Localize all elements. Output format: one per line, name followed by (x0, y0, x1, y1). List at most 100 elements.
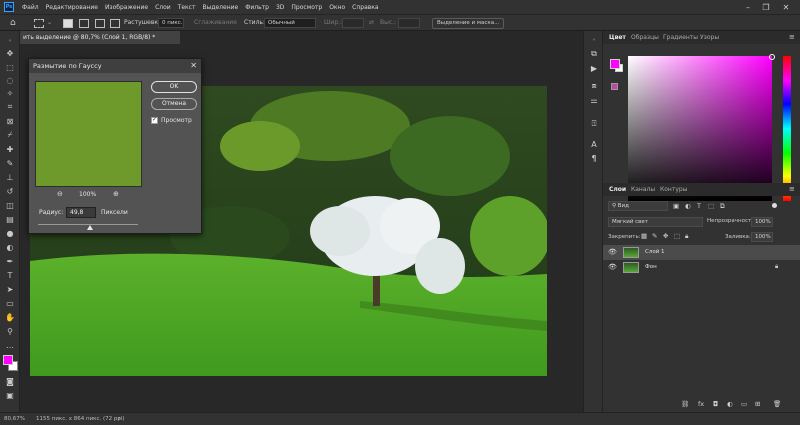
filter-smart-object-icon[interactable]: ⧉ (720, 202, 725, 211)
tab-color[interactable]: Цвет (609, 31, 626, 44)
color-panel-menu-icon[interactable]: ≡ (789, 33, 795, 41)
filter-adjustment-icon[interactable]: ◐ (685, 202, 691, 210)
adjustments-panel-icon[interactable]: ⚌ (589, 95, 599, 105)
dialog-close-icon[interactable]: ✕ (190, 59, 197, 73)
crop-tool-icon[interactable]: ⌗ (4, 101, 16, 113)
tab-layers[interactable]: Слои (609, 183, 626, 196)
menu-select[interactable]: Выделение (202, 4, 238, 11)
close-window-icon[interactable]: ✕ (778, 0, 794, 14)
path-selection-tool-icon[interactable]: ➤ (4, 283, 16, 295)
dodge-tool-icon[interactable]: ◐ (4, 241, 16, 253)
zoom-in-icon[interactable]: ⊕ (113, 190, 119, 198)
move-tool-icon[interactable]: ✥ (4, 47, 16, 59)
opacity-input[interactable]: 100% (751, 217, 773, 227)
status-zoom[interactable]: 80,67% (4, 416, 25, 422)
menu-file[interactable]: Файл (22, 4, 39, 11)
menu-filter[interactable]: Фильтр (245, 4, 269, 11)
color-picker-field[interactable] (628, 56, 772, 201)
eyedropper-tool-icon[interactable]: ⌿ (4, 129, 16, 141)
magic-wand-tool-icon[interactable]: ✧ (4, 87, 16, 99)
panel-foreground-swatch[interactable] (610, 59, 620, 69)
menu-image[interactable]: Изображение (105, 4, 148, 11)
filter-type-icon[interactable]: T (697, 202, 701, 210)
preview-checkbox[interactable]: ✓ (151, 116, 158, 124)
menu-view[interactable]: Просмотр (291, 4, 322, 11)
color-picker-cursor[interactable] (769, 54, 775, 60)
blend-mode-select[interactable]: Мягкий свет (608, 217, 703, 227)
filter-pixel-icon[interactable]: ▣ (673, 202, 679, 210)
antialias-checkbox[interactable]: Сглаживание (194, 19, 237, 26)
feather-input[interactable]: 0 пикс. (158, 18, 184, 28)
foreground-color-swatch[interactable] (3, 355, 13, 365)
history-panel-icon[interactable]: ⧉ (589, 49, 599, 59)
lock-all-icon[interactable]: 🔒︎ (685, 232, 688, 241)
layers-panel-menu-icon[interactable]: ≡ (789, 185, 795, 193)
ok-button[interactable]: OK (151, 81, 197, 93)
paragraph-panel-icon[interactable]: ¶ (589, 153, 599, 163)
chevron-down-icon[interactable]: ⌄ (47, 19, 52, 26)
menu-window[interactable]: Окно (329, 4, 345, 11)
layer-name[interactable]: Слой 1 (645, 249, 665, 255)
layer-style-icon[interactable]: fx (698, 400, 704, 408)
new-group-icon[interactable]: ▭ (741, 400, 747, 408)
layer-kind-filter[interactable]: ⚲ Вид (608, 201, 668, 211)
quick-mask-icon[interactable]: ◙ (4, 375, 16, 387)
rectangle-tool-icon[interactable]: ▭ (4, 297, 16, 309)
status-menu-chevron-icon[interactable]: › (118, 415, 120, 422)
history-brush-tool-icon[interactable]: ↺ (4, 185, 16, 197)
fill-input[interactable]: 100% (751, 232, 773, 242)
radius-input[interactable]: 49,8 (66, 207, 96, 218)
hand-tool-icon[interactable]: ✋ (4, 311, 16, 323)
height-input[interactable] (398, 18, 420, 28)
link-layers-icon[interactable]: ⛓ (681, 400, 689, 408)
swap-icon[interactable]: ⇄ (369, 19, 374, 26)
lock-position-icon[interactable]: ✥ (663, 232, 668, 240)
menu-3d[interactable]: 3D (276, 4, 284, 11)
menu-help[interactable]: Справка (352, 4, 378, 11)
lock-transparent-icon[interactable]: ▦ (641, 232, 647, 240)
screen-mode-icon[interactable]: ▣ (4, 389, 16, 401)
menu-edit[interactable]: Редактирование (46, 4, 98, 11)
hue-slider[interactable] (783, 56, 791, 201)
filter-shape-icon[interactable]: ⬚ (708, 202, 714, 210)
minimize-icon[interactable]: – (740, 0, 756, 14)
cancel-button[interactable]: Отмена (151, 98, 197, 110)
filter-toggle[interactable] (772, 203, 777, 208)
character-panel-icon[interactable]: A (589, 139, 599, 149)
brush-tool-icon[interactable]: ✎ (4, 157, 16, 169)
tab-channels[interactable]: Каналы (631, 183, 655, 196)
libraries-panel-icon[interactable]: ⍐ (589, 119, 599, 129)
style-select[interactable]: Обычный (264, 18, 316, 28)
menu-layers[interactable]: Слои (155, 4, 171, 11)
visibility-eye-icon[interactable]: 👁︎ (608, 263, 617, 271)
home-icon[interactable]: ⌂ (10, 18, 20, 28)
blur-tool-icon[interactable]: ● (4, 227, 16, 239)
radius-slider-thumb[interactable] (87, 225, 93, 230)
more-tools-icon[interactable]: … (4, 339, 16, 351)
delete-layer-icon[interactable]: 🗑︎ (773, 400, 781, 408)
subtract-selection-icon[interactable] (95, 19, 105, 28)
tab-patterns[interactable]: Узоры (700, 31, 719, 44)
marquee-tool-icon[interactable]: ⬚ (4, 61, 16, 73)
layer-row-background[interactable]: 👁︎ Фон 🔒︎ (603, 260, 800, 275)
width-input[interactable] (342, 18, 364, 28)
document-tab[interactable]: ить выделение @ 80,7% (Слой 1, RGB/8) * (20, 31, 180, 44)
tab-paths[interactable]: Контуры (660, 183, 687, 196)
intersect-selection-icon[interactable] (110, 19, 120, 28)
collapse-icon[interactable]: » (4, 35, 16, 47)
properties-panel-icon[interactable]: ⧈ (589, 81, 599, 91)
pen-tool-icon[interactable]: ✒ (4, 255, 16, 267)
select-and-mask-button[interactable]: Выделение и маска... (432, 18, 505, 29)
collapse-panels-icon[interactable]: « (589, 35, 599, 45)
visibility-eye-icon[interactable]: 👁︎ (608, 248, 617, 256)
layer-row-layer1[interactable]: 👁︎ Слой 1 (603, 245, 800, 260)
tab-swatches[interactable]: Образцы (631, 31, 659, 44)
healing-brush-tool-icon[interactable]: ✚ (4, 143, 16, 155)
gradient-tool-icon[interactable]: ▤ (4, 213, 16, 225)
gamut-warning-swatch[interactable] (611, 83, 618, 90)
menu-type[interactable]: Текст (178, 4, 196, 11)
new-selection-icon[interactable] (63, 19, 73, 28)
add-mask-icon[interactable]: ◘ (713, 400, 718, 408)
zoom-tool-icon[interactable]: ⚲ (4, 325, 16, 337)
clone-stamp-tool-icon[interactable]: ⊥ (4, 171, 16, 183)
